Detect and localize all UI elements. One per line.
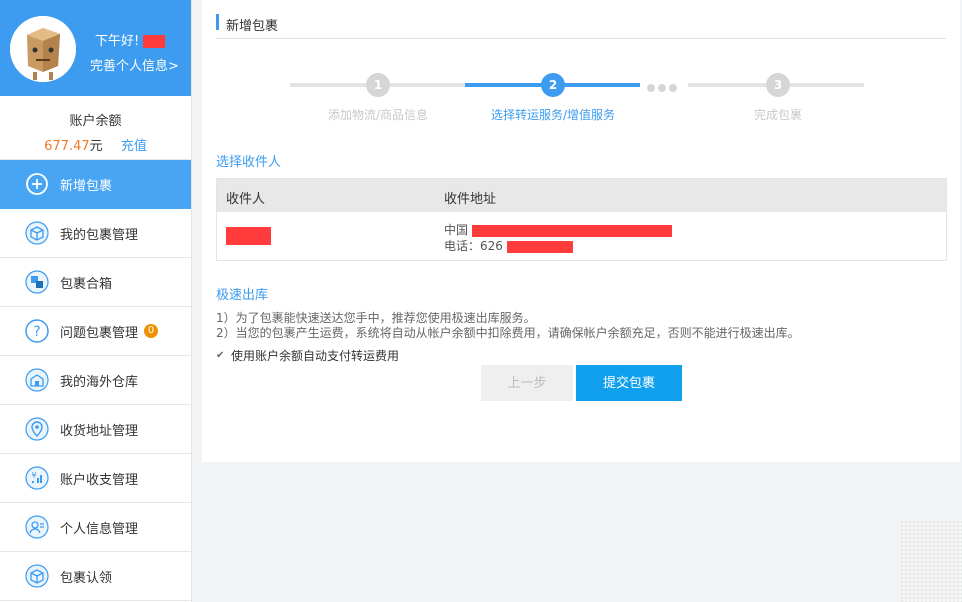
receiver-table: 收件人 收件地址 中国 电话：626 (216, 178, 947, 261)
sidebar-item-label: 新增包裹 (60, 178, 113, 194)
submit-package-button[interactable]: 提交包裹 (576, 365, 682, 401)
sidebar-item-label: 包裹认领 (60, 570, 113, 586)
sidebar-item-finance[interactable]: ¥ 账户收支管理 (0, 454, 191, 503)
sidebar-item-label: 包裹合箱 (60, 276, 113, 292)
profile-panel: 下午好! 完善个人信息> (0, 0, 191, 96)
recharge-link[interactable]: 充值 (121, 139, 147, 154)
sidebar-item-my-packages[interactable]: 我的包裹管理 (0, 209, 191, 258)
balance-row: 677.47元 充值 (0, 135, 191, 154)
step-1-label: 添加物流/商品信息 (327, 108, 429, 122)
plus-circle-icon (26, 173, 48, 195)
balance-unit: 元 (89, 139, 103, 154)
title-bar: 新增包裹 (216, 12, 946, 39)
step-3-label: 完成包裹 (753, 108, 803, 122)
step-2-label: 选择转运服务/增值服务 (490, 108, 616, 122)
avatar[interactable] (10, 16, 76, 82)
balance-panel: 账户余额 677.47元 充值 (0, 96, 191, 160)
step-2-circle: 2 (541, 73, 565, 97)
express-section-title: 极速出库 (216, 288, 269, 303)
sidebar: 下午好! 完善个人信息> 账户余额 677.47元 充值 新增包裹 我的包裹管理… (0, 0, 192, 602)
finance-icon: ¥ (25, 466, 49, 490)
svg-text:?: ? (33, 324, 40, 340)
note-2: 2）当您的包裹产生运费，系统将自动从帐户余额中扣除费用，请确保帐户余额充足，否则… (216, 326, 800, 340)
svg-text:¥: ¥ (31, 471, 36, 480)
header-address: 收件地址 (444, 192, 497, 207)
sidebar-item-claim-package[interactable]: 包裹认领 (0, 552, 191, 601)
sidebar-item-problem-packages[interactable]: ? 问题包裹管理 0 (0, 307, 191, 356)
sidebar-item-add-package[interactable]: 新增包裹 (0, 160, 191, 209)
main-panel: 新增包裹 1 2 3 添加物流/商品信息 选择转运服务/增值服务 完成包裹 选择… (202, 0, 960, 462)
phone-prefix: 电话：626 (444, 239, 503, 253)
sidebar-item-label: 我的包裹管理 (60, 227, 139, 243)
sidebar-item-address[interactable]: 收货地址管理 (0, 405, 191, 454)
address-line: 中国 (444, 221, 672, 238)
sidebar-item-label: 个人信息管理 (60, 521, 139, 537)
sidebar-item-label: 我的海外仓库 (60, 374, 139, 390)
table-header: 收件人 收件地址 (217, 179, 946, 212)
box-icon (25, 221, 49, 245)
location-pin-icon (25, 417, 49, 441)
note-1: 1）为了包裹能快速送达您手中，推荐您使用极速出库服务。 (216, 311, 536, 325)
table-row[interactable]: 中国 电话：626 (217, 212, 946, 260)
complete-profile-link[interactable]: 完善个人信息> (90, 55, 179, 74)
redacted-address (471, 224, 672, 237)
problem-count-badge: 0 (144, 324, 159, 338)
claim-box-icon (25, 564, 49, 588)
sidebar-item-label: 问题包裹管理 (60, 325, 139, 341)
step-3-circle: 3 (766, 73, 790, 97)
auto-pay-checkbox[interactable]: ✔ (216, 350, 226, 361)
sidebar-item-personal-info[interactable]: 个人信息管理 (0, 503, 191, 552)
redacted-receiver-name (226, 227, 271, 245)
background-pattern (900, 520, 962, 602)
user-card-icon (25, 515, 49, 539)
step-1-circle: 1 (366, 73, 390, 97)
step-ellipsis (647, 81, 680, 95)
sidebar-item-label: 账户收支管理 (60, 472, 139, 488)
title-accent-bar (216, 14, 219, 30)
greeting: 下午好! (95, 30, 166, 49)
auto-pay-option[interactable]: ✔ 使用账户余额自动支付转运费用 (216, 347, 399, 364)
step-progress: 1 2 3 添加物流/商品信息 选择转运服务/增值服务 完成包裹 (290, 72, 864, 122)
sidebar-item-label: 收货地址管理 (60, 423, 139, 439)
balance-amount: 677.47 (44, 139, 90, 154)
sidebar-item-overseas-warehouse[interactable]: 我的海外仓库 (0, 356, 191, 405)
balance-label: 账户余额 (69, 114, 122, 129)
warehouse-icon (25, 368, 49, 392)
sidebar-item-merge-boxes[interactable]: 包裹合箱 (0, 258, 191, 307)
box-character-icon (10, 16, 76, 82)
redacted-phone (506, 240, 573, 253)
question-icon: ? (25, 319, 49, 343)
redacted-username (143, 35, 166, 48)
receiver-section-title: 选择收件人 (216, 155, 282, 170)
phone-line: 电话：626 (444, 237, 573, 254)
express-notes: 1）为了包裹能快速送达您手中，推荐您使用极速出库服务。 2）当您的包裹产生运费，… (216, 311, 800, 341)
auto-pay-label: 使用账户余额自动支付转运费用 (231, 349, 400, 363)
greeting-text: 下午好! (95, 34, 140, 49)
header-receiver: 收件人 (226, 192, 266, 207)
previous-step-button[interactable]: 上一步 (481, 365, 573, 401)
address-prefix: 中国 (444, 223, 469, 237)
page: 下午好! 完善个人信息> 账户余额 677.47元 充值 新增包裹 我的包裹管理… (0, 0, 962, 602)
page-title: 新增包裹 (226, 19, 279, 34)
merge-boxes-icon (25, 270, 49, 294)
